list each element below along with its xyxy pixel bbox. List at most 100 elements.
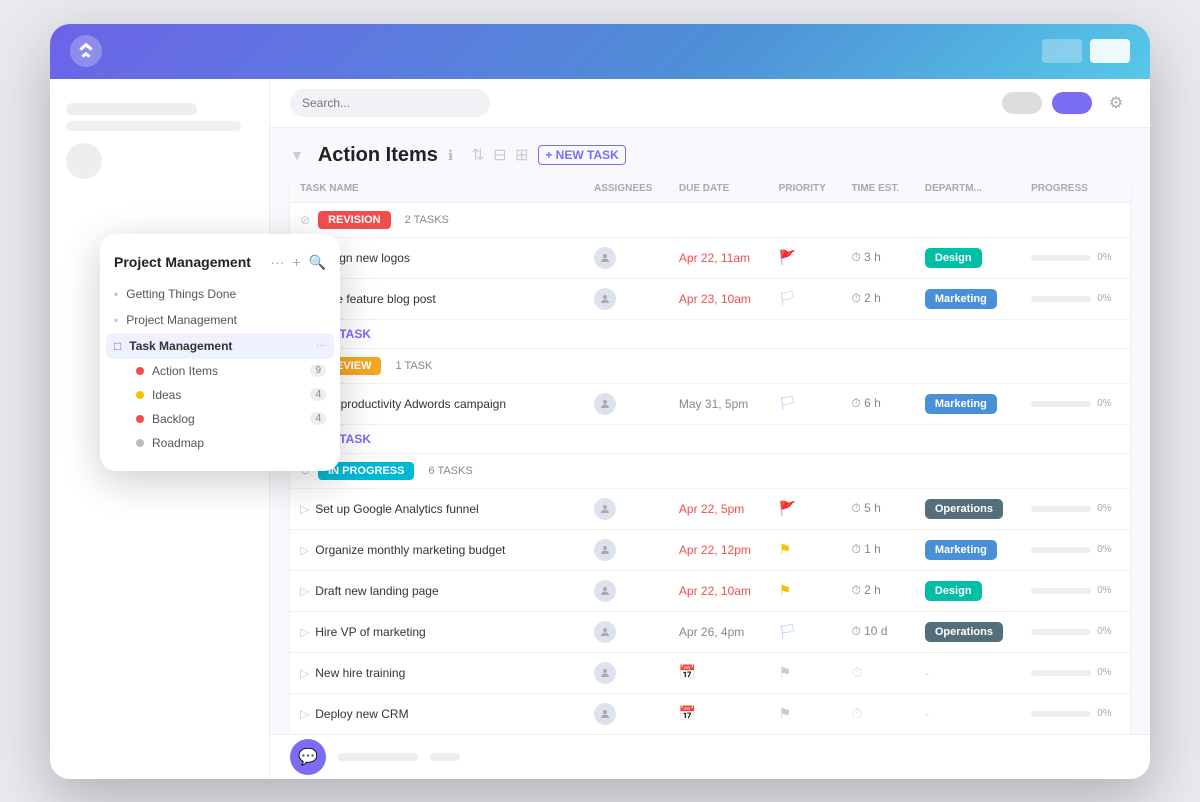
progress-pct: 0%	[1097, 503, 1111, 514]
progress-pct: 0%	[1097, 708, 1111, 719]
task-name-text: Hire VP of marketing	[315, 625, 426, 639]
add-task-row-revision[interactable]: + ADD TASK	[290, 319, 1130, 348]
assignee-avatar[interactable]	[594, 288, 616, 310]
sidebar-skeleton-2	[66, 121, 241, 131]
search-icon[interactable]: 🔍	[309, 254, 326, 271]
add-task-btn[interactable]: + ADD TASK	[290, 319, 1130, 348]
task-dept-cell: Design	[915, 570, 1021, 611]
group-header-inprogress: ↻ IN PROGRESS 6 TASKS	[290, 453, 1130, 488]
assignee-avatar[interactable]	[594, 621, 616, 643]
sidebar-skeleton-1	[66, 103, 197, 115]
sidebar-sub-action-items[interactable]: Action Items 9	[100, 359, 340, 383]
progress-bar	[1031, 588, 1091, 594]
task-expand[interactable]: ▷	[300, 707, 309, 721]
add-task-btn[interactable]: + ADD TASK	[290, 424, 1130, 453]
priority-flag-empty: ⚑	[779, 705, 792, 721]
progress-bar-wrap: 0%	[1031, 585, 1120, 596]
info-icon[interactable]: ℹ	[448, 147, 453, 164]
group-icon[interactable]: ⊞	[515, 147, 528, 164]
task-priority-cell: 🚩	[769, 237, 842, 278]
table-row[interactable]: ▷ New hire training 📅 ⚑ ⏱ - 0%	[290, 652, 1130, 693]
more-icon[interactable]: ···	[270, 254, 284, 271]
task-time-est-cell: ⏱	[841, 693, 914, 734]
more-dots[interactable]: ···	[316, 340, 326, 351]
sidebar-sub-backlog[interactable]: Backlog 4	[100, 407, 340, 431]
folder-icon: ▪	[114, 313, 118, 327]
due-date: Apr 22, 10am	[679, 584, 751, 598]
assignee-avatar[interactable]	[594, 580, 616, 602]
sidebar-sub-roadmap[interactable]: Roadmap	[100, 431, 340, 455]
chat-bubble[interactable]: 💬	[290, 739, 326, 775]
dept-badge: Marketing	[925, 289, 997, 309]
sidebar-item-getting-things-done[interactable]: ▪ Getting Things Done	[100, 281, 340, 307]
priority-flag: ⚑	[779, 582, 792, 598]
due-date: Apr 22, 12pm	[679, 543, 751, 557]
sidebar-item-task-management[interactable]: □ Task Management ···	[106, 333, 334, 359]
table-row[interactable]: ▷ Organize monthly marketing budget Apr …	[290, 529, 1130, 570]
due-date: Apr 22, 11am	[679, 251, 750, 265]
assignee-avatar[interactable]	[594, 393, 616, 415]
table-row[interactable]: ▷ Write feature blog post Apr 23, 10am 🏳…	[290, 278, 1130, 319]
progress-pct: 0%	[1097, 398, 1111, 409]
task-progress-cell: 0%	[1021, 237, 1130, 278]
time-est: ⏱ 5 h	[851, 501, 880, 515]
assignee-avatar[interactable]	[594, 247, 616, 269]
settings-button[interactable]: ⚙	[1102, 89, 1130, 117]
table-row[interactable]: ▷ Deploy new CRM 📅 ⚑ ⏱ - 0%	[290, 693, 1130, 734]
add-icon[interactable]: +	[292, 254, 300, 271]
sort-icon[interactable]: ⇅	[471, 147, 484, 164]
task-expand[interactable]: ▷	[300, 502, 309, 516]
progress-pct: 0%	[1097, 293, 1111, 304]
table-header-row: TASK NAME ASSIGNEES DUE DATE PRIORITY TI…	[290, 175, 1130, 203]
table-row[interactable]: ▷ Design new logos Apr 22, 11am 🚩 ⏱ 3 h …	[290, 237, 1130, 278]
col-priority: PRIORITY	[769, 175, 842, 203]
top-bar-btn-1[interactable]	[1042, 39, 1082, 63]
task-expand[interactable]: ▷	[300, 543, 309, 557]
task-priority-cell: ⚑	[769, 570, 842, 611]
task-expand[interactable]: ▷	[300, 625, 309, 639]
table-row[interactable]: ▷ Run productivity Adwords campaign May …	[290, 383, 1130, 424]
toolbar-icons: ⇅ ⊟ ⊞	[471, 145, 528, 165]
dept-badge: Operations	[925, 499, 1003, 519]
task-assignee-cell	[584, 383, 669, 424]
sidebar-item-project-management[interactable]: ▪ Project Management	[100, 307, 340, 333]
task-count: 2 TASKS	[405, 214, 449, 226]
folder-icon: ▪	[114, 287, 118, 301]
app-logo	[70, 35, 102, 67]
task-expand[interactable]: ▷	[300, 666, 309, 680]
progress-bar	[1031, 547, 1091, 553]
group-expand-icon[interactable]: ⊘	[300, 213, 310, 227]
table-row[interactable]: ▷ Draft new landing page Apr 22, 10am ⚑ …	[290, 570, 1130, 611]
top-bar-btn-2[interactable]	[1090, 39, 1130, 63]
assignee-avatar[interactable]	[594, 539, 616, 561]
bottom-skeleton-1	[338, 753, 418, 761]
bottom-bar: 💬	[270, 734, 1150, 779]
priority-flag: 🚩	[779, 500, 796, 516]
floating-sidebar-header: Project Management ··· + 🔍	[100, 250, 340, 281]
task-assignee-cell	[584, 570, 669, 611]
table-row[interactable]: ▷ Set up Google Analytics funnel Apr 22,…	[290, 488, 1130, 529]
task-expand[interactable]: ▷	[300, 584, 309, 598]
view-toggle[interactable]	[1002, 92, 1042, 114]
add-task-row-review[interactable]: + ADD TASK	[290, 424, 1130, 453]
sub-item-label: Roadmap	[152, 436, 204, 450]
sidebar-sub-ideas[interactable]: Ideas 4	[100, 383, 340, 407]
search-input[interactable]	[290, 89, 490, 117]
assignee-avatar[interactable]	[594, 703, 616, 725]
col-task-name: TASK NAME	[290, 175, 584, 203]
assignee-avatar[interactable]	[594, 498, 616, 520]
task-area: ▼ Action Items ℹ ⇅ ⊟ ⊞ + NEW TASK TASK N…	[270, 128, 1150, 734]
view-toggle-active[interactable]	[1052, 92, 1092, 114]
task-time-est-cell: ⏱ 2 h	[841, 278, 914, 319]
priority-flag: ⚑	[779, 541, 792, 557]
filter-icon[interactable]: ⊟	[493, 147, 506, 164]
collapse-icon[interactable]: ▼	[290, 147, 304, 163]
task-time-est-cell: ⏱ 6 h	[841, 383, 914, 424]
progress-bar	[1031, 629, 1091, 635]
assignee-avatar[interactable]	[594, 662, 616, 684]
progress-bar-wrap: 0%	[1031, 398, 1120, 409]
priority-flag: 🏳	[779, 290, 797, 306]
progress-pct: 0%	[1097, 626, 1111, 637]
table-row[interactable]: ▷ Hire VP of marketing Apr 26, 4pm 🏳 ⏱ 1…	[290, 611, 1130, 652]
add-new-task-button[interactable]: + NEW TASK	[538, 145, 625, 165]
